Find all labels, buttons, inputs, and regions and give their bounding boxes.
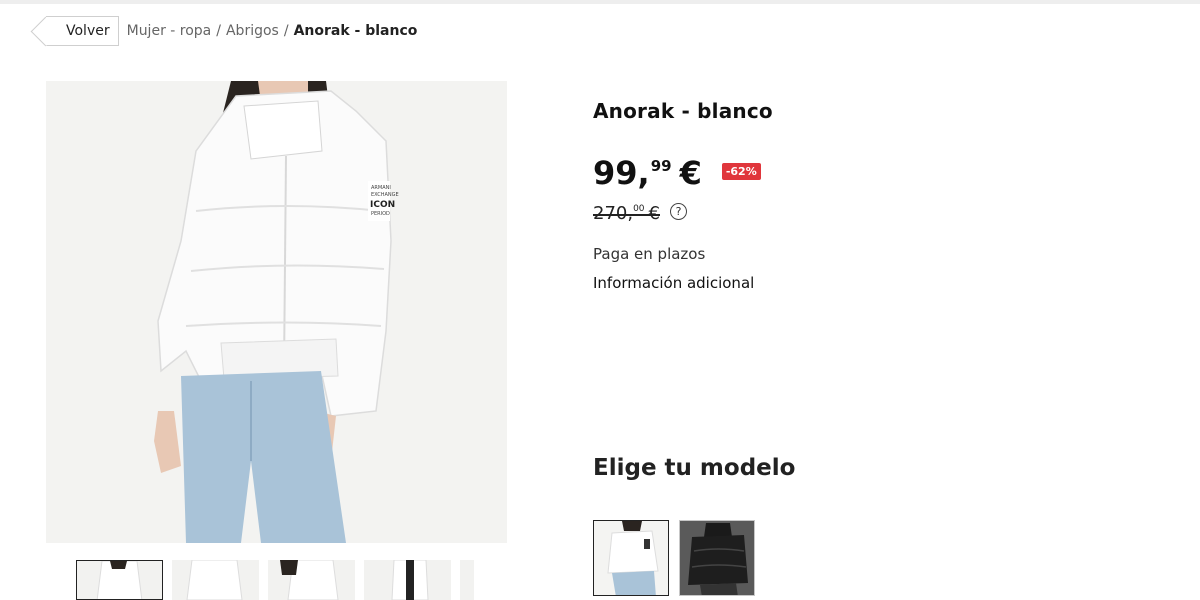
back-button[interactable]: Volver	[46, 16, 119, 46]
product-photo-icon: ARMANI EXCHANGE ICON PERIOD	[154, 81, 399, 543]
thumbnail-4[interactable]	[364, 560, 451, 600]
question-circle-icon[interactable]: ?	[669, 203, 687, 220]
model-option-white[interactable]	[593, 520, 669, 596]
thumbnail-2[interactable]	[172, 560, 259, 600]
black-jacket-thumbnail-icon	[680, 521, 754, 595]
thumbnail-5[interactable]	[460, 560, 474, 600]
svg-text:EXCHANGE: EXCHANGE	[371, 192, 399, 198]
breadcrumb-separator: /	[283, 23, 289, 39]
price-currency: €	[679, 154, 702, 192]
breadcrumb: Volver Mujer - ropa / Abrigos / Anorak -…	[46, 15, 417, 47]
svg-text:PERIOD: PERIOD	[371, 211, 390, 217]
old-price: 270, 00 € ?	[593, 202, 687, 226]
breadcrumb-link-coats[interactable]: Abrigos	[226, 23, 279, 39]
old-price-decimals: 00	[633, 204, 645, 214]
discount-badge: -62%	[721, 163, 761, 180]
old-price-currency: €	[648, 203, 660, 224]
white-jacket-thumbnail-icon	[607, 521, 659, 595]
additional-info-link[interactable]: Información adicional	[593, 274, 754, 292]
model-option-black[interactable]	[679, 520, 755, 596]
model-options	[593, 520, 755, 596]
breadcrumb-separator: /	[216, 23, 221, 39]
installments-link[interactable]: Paga en plazos	[593, 245, 705, 263]
back-button-label: Volver	[66, 23, 110, 39]
svg-text:ARMANI: ARMANI	[371, 185, 391, 191]
top-divider	[0, 0, 1200, 4]
old-price-integer: 270,	[593, 203, 634, 224]
price-decimals: 99	[650, 157, 672, 175]
breadcrumb-current: Anorak - blanco	[293, 23, 418, 39]
main-product-image[interactable]: ARMANI EXCHANGE ICON PERIOD	[46, 81, 507, 543]
thumbnail-1[interactable]	[76, 560, 163, 600]
thumbnail-3[interactable]	[268, 560, 355, 600]
svg-text:ICON: ICON	[370, 200, 395, 210]
model-section-title: Elige tu modelo	[593, 455, 796, 481]
thumbnail-strip	[76, 560, 474, 600]
old-price-value: 270, 00 €	[593, 202, 660, 226]
breadcrumb-link-women-clothing[interactable]: Mujer - ropa	[127, 23, 212, 39]
current-price: 99, 99 € -62%	[593, 153, 761, 193]
product-title: Anorak - blanco	[593, 99, 773, 123]
price-integer: 99,	[593, 154, 650, 192]
